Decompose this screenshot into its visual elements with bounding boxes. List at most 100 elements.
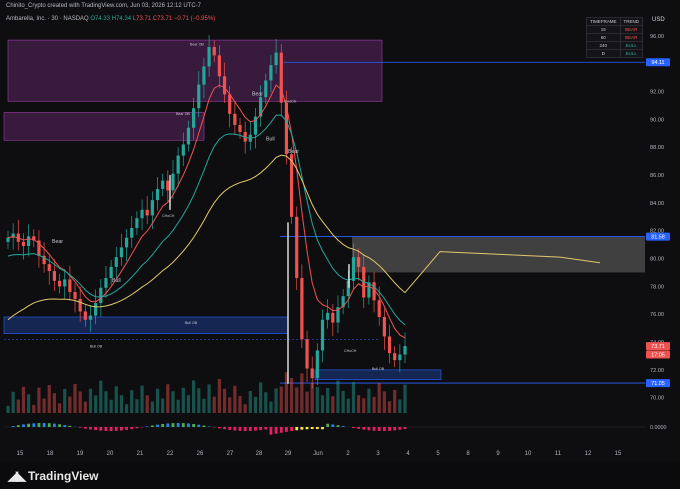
oscillator-bar bbox=[16, 425, 20, 427]
volume-bar bbox=[63, 389, 67, 413]
time-axis-label: 12 bbox=[585, 451, 592, 457]
chart-annotation: Bull OB bbox=[90, 345, 103, 349]
oscillator-bar bbox=[305, 427, 309, 430]
time-axis-label: 19 bbox=[77, 451, 84, 457]
volume-bar bbox=[243, 404, 247, 413]
candle-body bbox=[212, 47, 216, 56]
candle-body bbox=[166, 180, 170, 191]
oscillator-bar bbox=[166, 423, 170, 427]
volume-bar bbox=[94, 395, 98, 413]
oscillator-bar bbox=[403, 427, 407, 429]
price-marker-label: 71.05 bbox=[651, 381, 665, 387]
candle-body bbox=[124, 237, 129, 248]
candle-body bbox=[119, 247, 124, 258]
chart-annotation: Bear bbox=[252, 92, 263, 98]
volume-bar bbox=[78, 391, 82, 413]
volume-bar bbox=[150, 401, 154, 413]
chart-annotation: Bear bbox=[288, 149, 299, 155]
candle-body bbox=[83, 311, 87, 320]
trend-value: BULL bbox=[619, 41, 643, 50]
oscillator-bar bbox=[207, 426, 211, 427]
candle-body bbox=[78, 298, 82, 312]
volume-bar bbox=[326, 388, 330, 413]
volume-bar bbox=[295, 387, 299, 413]
time-axis-label: 10 bbox=[525, 451, 532, 457]
oscillator-bar bbox=[388, 427, 391, 431]
volume-bar bbox=[104, 391, 108, 413]
oscillator-bar bbox=[248, 427, 252, 431]
price-tick-label: 70.00 bbox=[650, 396, 664, 402]
oscillator-bar bbox=[223, 427, 226, 430]
candle-body bbox=[228, 94, 232, 114]
volume-bar bbox=[228, 397, 232, 413]
candle-body bbox=[94, 303, 98, 316]
oscillator-bar bbox=[187, 423, 190, 427]
oscillator-bar bbox=[37, 423, 41, 427]
price-chart[interactable]: Bear Bull Bear Bull Bear Bull OB Bear OB Bear O… bbox=[0, 0, 680, 489]
oscillator-bar bbox=[171, 423, 175, 427]
time-axis-label: 2 bbox=[346, 451, 350, 457]
volume-bar bbox=[202, 398, 206, 413]
volume-bar bbox=[372, 396, 376, 413]
oscillator-bar bbox=[243, 427, 247, 431]
time-axis-label: 9 bbox=[496, 451, 500, 457]
volume-bar bbox=[336, 380, 340, 413]
candle-body bbox=[140, 209, 144, 219]
candle-body bbox=[181, 144, 185, 156]
symbol-line: Ambarella, Inc. · 30 · NASDAQ O74.33 H74… bbox=[6, 16, 215, 22]
oscillator-bar bbox=[285, 427, 288, 432]
oscillator-bar bbox=[192, 423, 196, 427]
volume-bar bbox=[367, 388, 371, 413]
oscillator-bar bbox=[150, 425, 154, 427]
candle-body bbox=[377, 300, 381, 317]
volume-bar bbox=[310, 383, 314, 413]
oscillator-bar bbox=[135, 427, 139, 429]
candle-body bbox=[300, 278, 304, 340]
trend-tf: 15 bbox=[586, 25, 621, 34]
time-axis-label: 5 bbox=[436, 451, 440, 457]
candle-body bbox=[47, 264, 51, 272]
volume-bar bbox=[109, 399, 113, 413]
chart-annotation: Bear OB bbox=[190, 43, 204, 47]
candle-body bbox=[269, 65, 273, 81]
volume-bar bbox=[341, 390, 345, 413]
candle-body bbox=[68, 279, 72, 292]
trend-table: TIMEFRAME TREND 15 BEAR 60 BEAR 240 BULL DB… bbox=[586, 17, 643, 58]
time-axis-label: 4 bbox=[406, 451, 410, 457]
volume-bar bbox=[88, 388, 93, 413]
oscillator-bar bbox=[109, 427, 113, 431]
volume-bar bbox=[186, 395, 191, 413]
oscillator-bar bbox=[114, 427, 118, 431]
volume-bar bbox=[42, 398, 46, 413]
trend-tf: 60 bbox=[586, 33, 621, 42]
candle-body bbox=[320, 319, 325, 351]
candle-body bbox=[382, 316, 386, 337]
ohlc-low: L73.71 bbox=[132, 16, 152, 22]
volume-bar bbox=[398, 399, 402, 413]
price-tick-label: 72.00 bbox=[650, 368, 664, 374]
candle-body bbox=[21, 241, 26, 247]
oscillator-bar bbox=[176, 423, 180, 427]
volume-bar bbox=[114, 386, 118, 413]
time-axis-label: 11 bbox=[555, 451, 562, 457]
volume-bar bbox=[356, 395, 361, 413]
oscillator-bar bbox=[130, 427, 134, 430]
time-axis-label: 15 bbox=[17, 451, 24, 457]
volume-bar bbox=[124, 404, 129, 413]
oscillator-bar bbox=[11, 426, 15, 427]
volume-bar bbox=[393, 390, 397, 413]
chart-annotation: Bear OB bbox=[176, 112, 190, 116]
volume-bar bbox=[130, 390, 134, 413]
volume-bar bbox=[253, 396, 258, 413]
trend-tf: D bbox=[586, 49, 621, 58]
volume-bar bbox=[32, 404, 36, 413]
oscillator-bar bbox=[264, 427, 268, 430]
oscillator-bar bbox=[68, 425, 72, 427]
ema-slow-line bbox=[7, 114, 406, 326]
volume-bar bbox=[21, 386, 26, 413]
price-tick-label: 90.00 bbox=[650, 117, 664, 123]
oscillator-bar bbox=[156, 424, 159, 427]
credit-line: Chinito_Crypto created with TradingView.… bbox=[6, 3, 201, 9]
candle-body bbox=[88, 315, 93, 320]
oscillator-bar bbox=[352, 427, 355, 428]
